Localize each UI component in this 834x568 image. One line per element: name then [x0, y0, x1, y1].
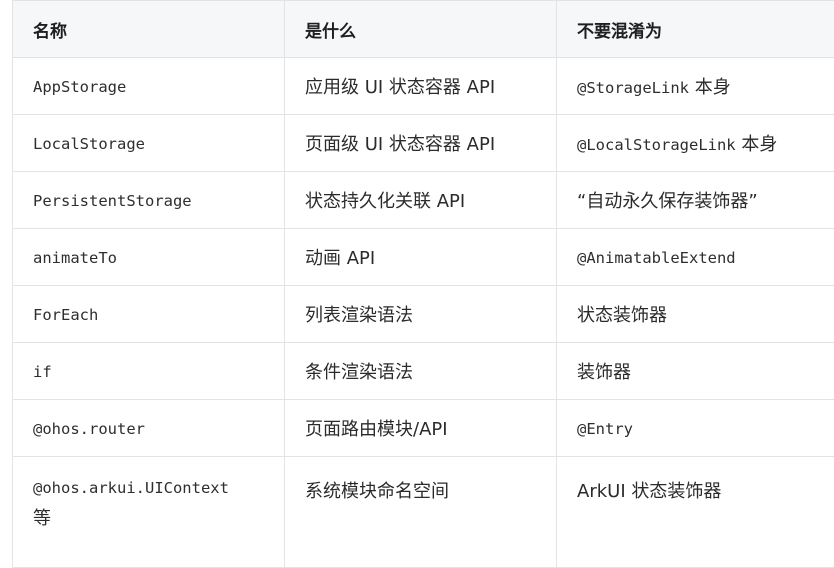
name-code: @ohos.router: [33, 420, 145, 438]
cell-not-confuse: @Entry: [557, 400, 834, 457]
what-text: 列表渲染语法: [305, 305, 413, 326]
cell-not-confuse: @LocalStorageLink 本身: [557, 115, 834, 172]
cell-name: PersistentStorage: [13, 172, 285, 229]
cell-not-confuse: “自动永久保存装饰器”: [557, 172, 834, 229]
comparison-table-container: 名称 是什么 不要混淆为 AppStorage 应用级 UI 状态容器 API …: [12, 0, 834, 568]
cell-name: if: [13, 343, 285, 400]
table-body: AppStorage 应用级 UI 状态容器 API @StorageLink …: [13, 58, 834, 568]
not-confuse-text: 本身: [736, 134, 778, 155]
table-row: ForEach 列表渲染语法 状态装饰器: [13, 286, 834, 343]
table-row: @ohos.router 页面路由模块/API @Entry: [13, 400, 834, 457]
not-confuse-text: 状态装饰器: [577, 305, 667, 326]
cell-not-confuse: @StorageLink 本身: [557, 58, 834, 115]
cell-what: 页面级 UI 状态容器 API: [285, 115, 557, 172]
name-code: @ohos.arkui.UIContext: [33, 479, 229, 497]
cell-what: 列表渲染语法: [285, 286, 557, 343]
cell-not-confuse: ArkUI 状态装饰器: [557, 457, 834, 568]
cell-name: AppStorage: [13, 58, 285, 115]
table-row: @ohos.arkui.UIContext 等 系统模块命名空间 ArkUI 状态…: [13, 457, 834, 568]
what-text: 条件渲染语法: [305, 362, 413, 383]
what-text: 动画 API: [305, 248, 375, 269]
cell-name: @ohos.arkui.UIContext 等: [13, 457, 285, 568]
table-row: animateTo 动画 API @AnimatableExtend: [13, 229, 834, 286]
cell-what: 状态持久化关联 API: [285, 172, 557, 229]
what-text: 状态持久化关联 API: [305, 191, 465, 212]
name-code: if: [33, 363, 52, 381]
cell-what: 动画 API: [285, 229, 557, 286]
cell-name: LocalStorage: [13, 115, 285, 172]
cell-not-confuse: @AnimatableExtend: [557, 229, 834, 286]
table-row: if 条件渲染语法 装饰器: [13, 343, 834, 400]
not-confuse-code: @Entry: [577, 420, 633, 438]
cell-what: 页面路由模块/API: [285, 400, 557, 457]
cell-not-confuse: 装饰器: [557, 343, 834, 400]
table-header: 名称 是什么 不要混淆为: [13, 1, 834, 58]
header-not-confuse: 不要混淆为: [557, 1, 834, 58]
cell-name: @ohos.router: [13, 400, 285, 457]
name-code: AppStorage: [33, 78, 126, 96]
cell-what: 条件渲染语法: [285, 343, 557, 400]
not-confuse-text: “自动永久保存装饰器”: [577, 191, 758, 212]
not-confuse-code: @LocalStorageLink: [577, 136, 736, 154]
not-confuse-code: @AnimatableExtend: [577, 249, 736, 267]
cell-not-confuse: 状态装饰器: [557, 286, 834, 343]
cell-name: ForEach: [13, 286, 285, 343]
cell-what: 系统模块命名空间: [285, 457, 557, 568]
name-suffix: 等: [33, 504, 264, 530]
what-text: 页面级 UI 状态容器 API: [305, 134, 495, 155]
name-code: ForEach: [33, 306, 98, 324]
table-row: LocalStorage 页面级 UI 状态容器 API @LocalStora…: [13, 115, 834, 172]
cell-name: animateTo: [13, 229, 285, 286]
not-confuse-code: @StorageLink: [577, 79, 689, 97]
not-confuse-text: 装饰器: [577, 362, 631, 383]
not-confuse-text: ArkUI 状态装饰器: [577, 481, 721, 502]
name-code: animateTo: [33, 249, 117, 267]
table-row: AppStorage 应用级 UI 状态容器 API @StorageLink …: [13, 58, 834, 115]
what-text: 系统模块命名空间: [305, 481, 449, 502]
name-code: LocalStorage: [33, 135, 145, 153]
cell-what: 应用级 UI 状态容器 API: [285, 58, 557, 115]
header-name: 名称: [13, 1, 285, 58]
header-row: 名称 是什么 不要混淆为: [13, 1, 834, 58]
what-text: 应用级 UI 状态容器 API: [305, 77, 495, 98]
header-what: 是什么: [285, 1, 557, 58]
what-text: 页面路由模块/API: [305, 419, 448, 440]
table-row: PersistentStorage 状态持久化关联 API “自动永久保存装饰器…: [13, 172, 834, 229]
comparison-table: 名称 是什么 不要混淆为 AppStorage 应用级 UI 状态容器 API …: [12, 0, 834, 568]
not-confuse-text: 本身: [689, 77, 731, 98]
name-code: PersistentStorage: [33, 192, 192, 210]
